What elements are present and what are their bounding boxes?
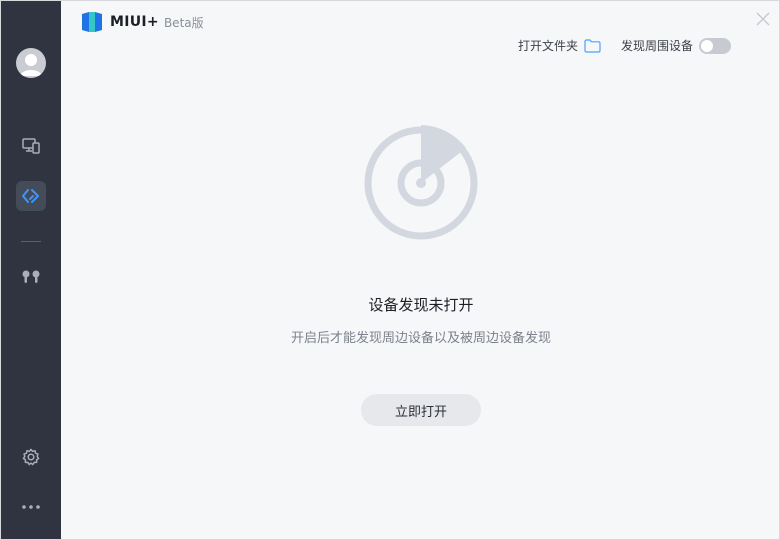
avatar[interactable] xyxy=(16,48,46,78)
settings-button[interactable] xyxy=(16,442,46,472)
devices-icon xyxy=(22,138,40,154)
radar-illustration xyxy=(363,125,479,241)
beta-label: Beta版 xyxy=(163,15,204,30)
sidebar-item-devices[interactable] xyxy=(16,131,46,161)
sidebar-item-share[interactable] xyxy=(16,181,46,211)
sidebar-divider xyxy=(21,241,41,242)
more-button[interactable] xyxy=(16,492,46,522)
logo-text: MIUI+ xyxy=(110,14,159,30)
more-dots-icon xyxy=(22,505,40,509)
sidebar-item-earbuds[interactable] xyxy=(16,262,46,292)
app-window: MIUI+ Beta版 打开文件夹 发现周围设备 设备发现未打开 开启后才能发现… xyxy=(0,0,780,540)
share-diamond-icon xyxy=(22,189,39,203)
discover-toggle[interactable] xyxy=(699,37,732,54)
earbuds-icon xyxy=(22,270,40,283)
discover-devices-control: 发现周围设备 xyxy=(621,37,732,54)
toggle-knob xyxy=(701,39,714,52)
open-folder-label: 打开文件夹 xyxy=(518,39,579,53)
app-logo: MIUI+ Beta版 xyxy=(80,10,204,34)
gear-icon xyxy=(22,448,40,466)
open-folder-button[interactable]: 打开文件夹 xyxy=(518,37,601,54)
enable-discovery-button[interactable]: 立即打开 xyxy=(361,394,481,426)
radar-icon xyxy=(364,125,478,240)
sidebar xyxy=(1,1,61,539)
status-title: 设备发现未打开 xyxy=(368,296,474,314)
discover-label: 发现周围设备 xyxy=(621,39,694,53)
miui-logo-icon xyxy=(82,12,102,32)
close-icon xyxy=(756,12,770,26)
close-button[interactable] xyxy=(755,11,771,27)
status-subtitle: 开启后才能发现周边设备以及被周边设备发现 xyxy=(290,331,551,346)
user-icon xyxy=(20,54,42,76)
folder-icon xyxy=(584,38,601,53)
